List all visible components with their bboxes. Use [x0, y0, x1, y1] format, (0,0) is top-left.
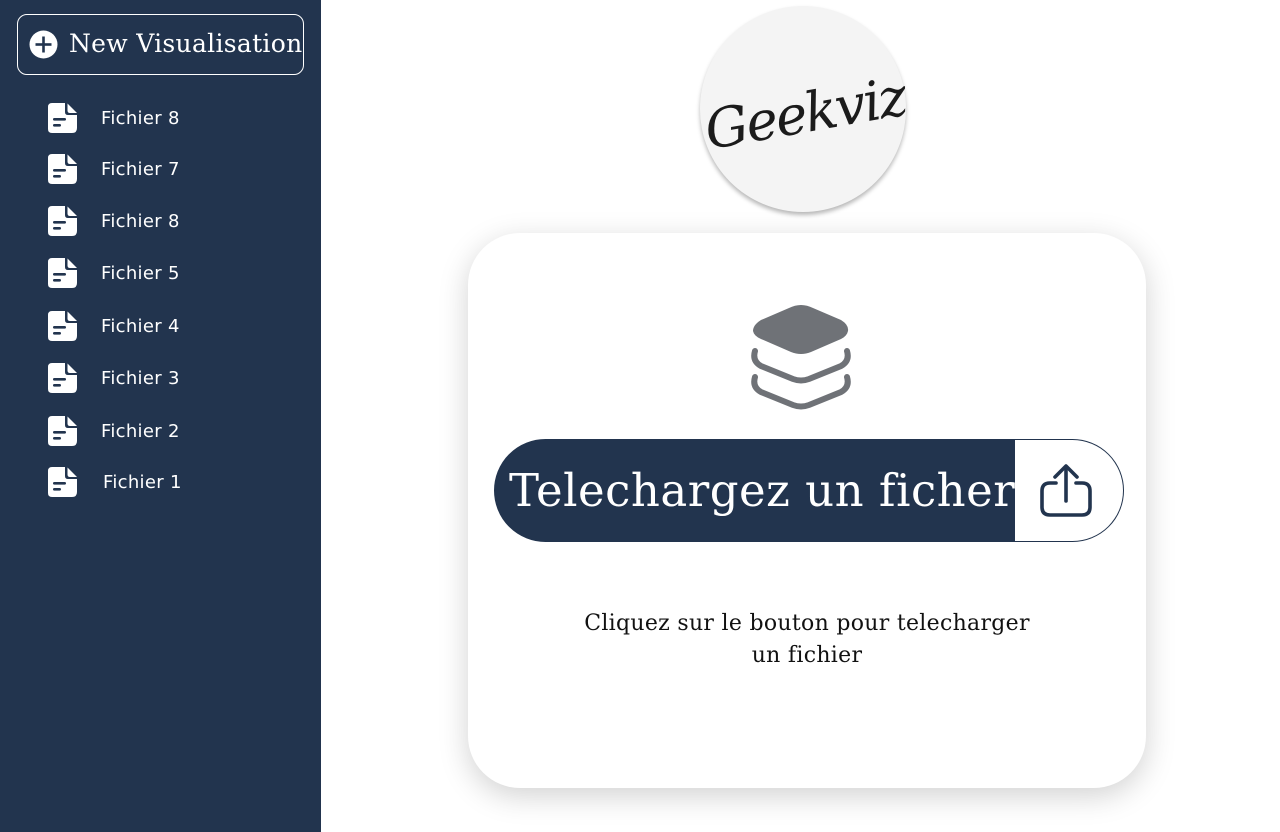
upload-card: Telechargez un ficher Cliquez sur le bou…: [468, 233, 1146, 788]
sidebar-file-item[interactable]: Fichier 3: [48, 363, 180, 393]
file-item-label: Fichier 8: [101, 210, 180, 232]
sidebar-file-item[interactable]: Fichier 8: [48, 103, 180, 133]
layers-icon: [751, 305, 851, 410]
sidebar-file-item[interactable]: Fichier 7: [48, 154, 180, 184]
file-item-label: Fichier 7: [101, 158, 180, 180]
document-icon: [48, 363, 77, 393]
document-icon: [48, 154, 77, 184]
document-icon: [48, 258, 77, 288]
upload-bar: Telechargez un ficher: [494, 439, 1124, 542]
sidebar-file-item[interactable]: Fichier 8: [48, 206, 180, 236]
sidebar-file-item[interactable]: Fichier 2: [48, 416, 180, 446]
upload-hint: Cliquez sur le bouton pour telecharger u…: [584, 611, 1030, 668]
file-item-label: Fichier 3: [101, 367, 180, 389]
logo-text: Geekviz: [700, 64, 910, 162]
document-icon: [48, 416, 77, 446]
geekviz-logo: Geekviz: [700, 6, 910, 212]
upload-button[interactable]: [1015, 440, 1123, 541]
plus-circle-icon: [29, 30, 58, 59]
file-item-label: Fichier 4: [101, 315, 180, 337]
file-item-label: Fichier 1: [103, 471, 182, 493]
document-icon: [48, 311, 77, 341]
sidebar-file-item[interactable]: Fichier 5: [48, 258, 180, 288]
document-icon: [48, 467, 77, 497]
upload-bar-label[interactable]: Telechargez un ficher: [495, 440, 1015, 541]
file-item-label: Fichier 5: [101, 262, 180, 284]
file-item-label: Fichier 8: [101, 107, 180, 129]
sidebar-file-item[interactable]: Fichier 4: [48, 311, 180, 341]
sidebar-file-item[interactable]: Fichier 1: [48, 467, 182, 497]
document-icon: [48, 103, 77, 133]
document-icon: [48, 206, 77, 236]
new-visualisation-button[interactable]: New Visualisation: [17, 14, 304, 75]
file-item-label: Fichier 2: [101, 420, 180, 442]
upload-share-icon: [1040, 463, 1093, 517]
new-visualisation-label: New Visualisation: [69, 29, 303, 58]
sidebar: New Visualisation Fichier 8 Fichier 7 Fi…: [0, 0, 321, 832]
